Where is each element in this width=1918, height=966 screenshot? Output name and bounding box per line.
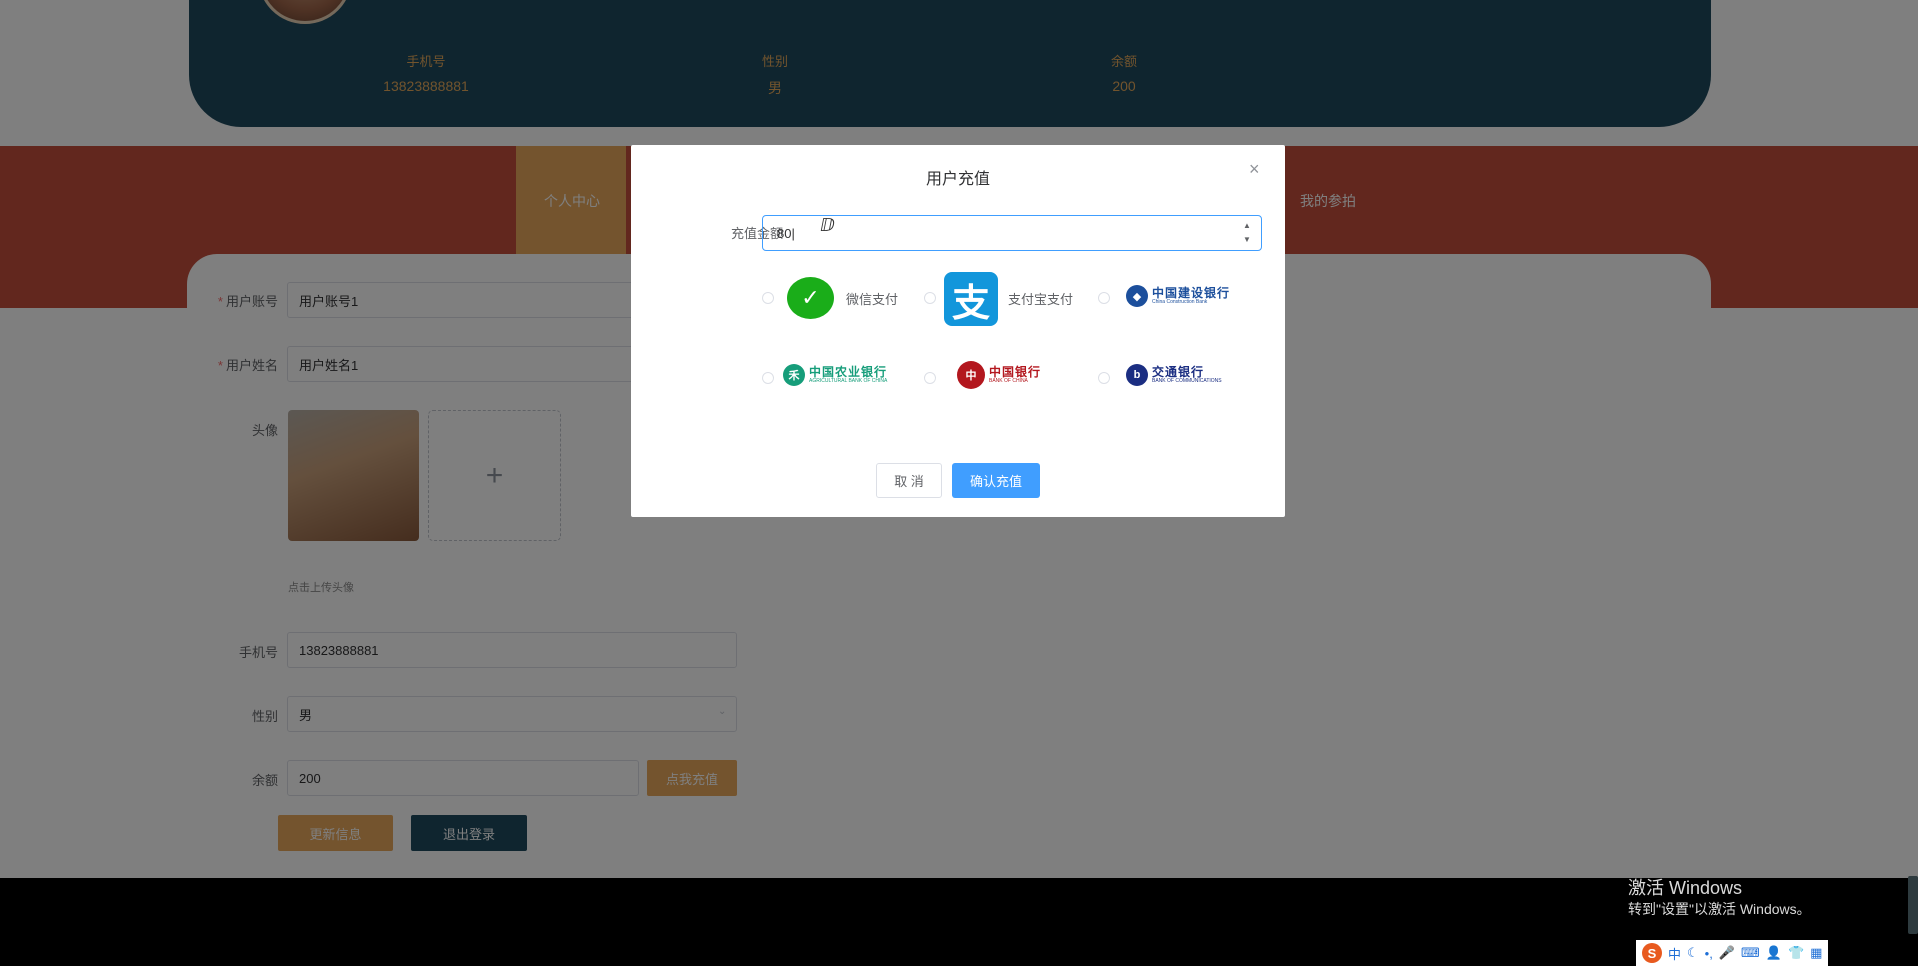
boc-logo[interactable]: 中 中国银行 BANK OF CHINA <box>957 361 1041 389</box>
radio-alipay[interactable] <box>924 292 936 304</box>
ime-mode-indicator[interactable]: 中 <box>1668 944 1681 963</box>
radio-bocom[interactable] <box>1098 372 1110 384</box>
microphone-icon[interactable]: 🎤 <box>1719 945 1735 961</box>
punctuation-icon[interactable]: •, <box>1705 946 1713 961</box>
abc-logo[interactable]: 禾 中国农业银行 AGRICULTURAL BANK OF CHINA <box>783 364 887 386</box>
windows-activation-title: 激活 Windows <box>1628 878 1743 898</box>
alipay-icon[interactable]: 支 <box>944 272 998 326</box>
keyboard-icon[interactable]: ⌨ <box>1741 945 1760 961</box>
sogou-ime-icon[interactable]: S <box>1642 943 1662 963</box>
radio-boc[interactable] <box>924 372 936 384</box>
bocom-name: 交通银行 <box>1152 365 1205 379</box>
abc-icon: 禾 <box>783 364 805 386</box>
abc-name: 中国农业银行 <box>809 365 888 379</box>
grid-icon[interactable]: ▦ <box>1810 945 1822 961</box>
wechat-pay-label[interactable]: 微信支付 <box>846 289 898 308</box>
moon-icon[interactable]: ☾ <box>1687 945 1699 961</box>
bocom-name-en: BANK OF COMMUNICATIONS <box>1152 378 1222 384</box>
alipay-label[interactable]: 支付宝支付 <box>1008 289 1073 308</box>
amount-input[interactable]: 80 | <box>762 215 1262 251</box>
user-icon[interactable]: 👤 <box>1766 945 1782 961</box>
ccb-name: 中国建设银行 <box>1152 286 1231 300</box>
close-icon[interactable]: × <box>1249 159 1260 180</box>
bocom-logo[interactable]: b 交通银行 BANK OF COMMUNICATIONS <box>1126 364 1222 386</box>
radio-ccb[interactable] <box>1098 292 1110 304</box>
cancel-button[interactable]: 取 消 <box>876 463 942 498</box>
dialog-title: 用户充值 <box>925 171 990 188</box>
text-cursor-icon: ⅅ <box>820 215 835 235</box>
wechat-pay-icon[interactable]: ✓ <box>787 277 834 319</box>
recharge-dialog: 用户充值 × 充值金额 80 | ▲ ▼ ⅅ ✓ 微信支付 支 支付宝支付 ◆ 中… <box>631 145 1285 517</box>
ccb-icon: ◆ <box>1126 285 1148 307</box>
ime-toolbar: S 中 ☾ •, 🎤 ⌨ 👤 👕 ▦ <box>1636 940 1829 966</box>
abc-name-en: AGRICULTURAL BANK OF CHINA <box>809 378 888 384</box>
bocom-icon: b <box>1126 364 1148 386</box>
boc-name: 中国银行 <box>989 365 1042 379</box>
radio-wechat[interactable] <box>762 292 774 304</box>
scrollbar[interactable] <box>1908 876 1918 934</box>
ccb-logo[interactable]: ◆ 中国建设银行 China Construction Bank <box>1126 285 1230 307</box>
radio-abc[interactable] <box>762 372 774 384</box>
amount-stepper[interactable]: ▲ ▼ <box>1234 216 1260 250</box>
amount-value: 80 <box>777 225 792 241</box>
stepper-down-icon[interactable]: ▼ <box>1243 233 1251 247</box>
confirm-recharge-button[interactable]: 确认充值 <box>952 463 1040 498</box>
windows-activation-hint: 转到"设置"以激活 Windows。 <box>1628 901 1811 917</box>
skin-icon[interactable]: 👕 <box>1788 945 1804 961</box>
stepper-up-icon[interactable]: ▲ <box>1243 219 1251 233</box>
boc-icon: 中 <box>957 361 985 389</box>
